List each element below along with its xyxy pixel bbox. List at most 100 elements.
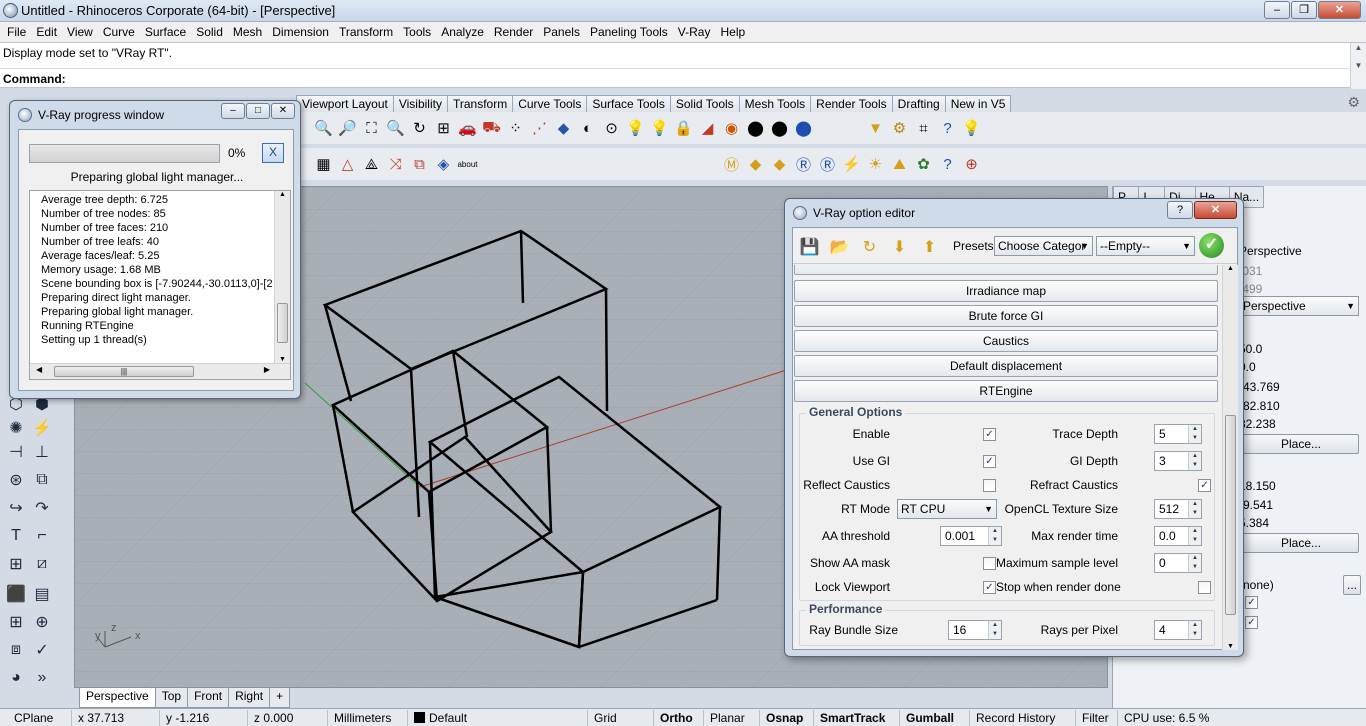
use-gi-checkbox[interactable]: ✓ — [983, 455, 996, 468]
place-target-button[interactable]: Place... — [1243, 533, 1359, 553]
import-icon[interactable]: ⬇ — [887, 234, 912, 259]
command-history-scrollbar[interactable]: ▲ ▼ — [1350, 43, 1366, 89]
vray-sun-icon[interactable]: ☀ — [864, 153, 887, 176]
menu-edit[interactable]: Edit — [31, 25, 62, 39]
tab-drafting[interactable]: Drafting — [891, 95, 946, 112]
options-vertical-scrollbar[interactable]: ▲ ▼ — [1222, 265, 1238, 650]
option-editor-help-button[interactable]: ? — [1167, 201, 1193, 219]
lock-icon[interactable]: 🔒 — [672, 117, 695, 140]
status-record-history[interactable]: Record History — [970, 710, 1076, 726]
restore-button[interactable]: ❐ — [1291, 1, 1317, 19]
max-sample-level-spinner[interactable]: 0 ▲ ▼ — [1154, 553, 1202, 573]
tab-viewport-layout[interactable]: Viewport Layout — [296, 95, 394, 112]
snapshot-icon[interactable]: ⌗ — [912, 117, 935, 140]
four-viewports-icon[interactable]: ⊞ — [432, 117, 455, 140]
wallpaper-gray-checkbox[interactable]: ✓ — [1245, 616, 1258, 629]
close-button[interactable]: ✕ — [1318, 1, 1361, 19]
wallpaper-show-checkbox[interactable]: ✓ — [1245, 596, 1258, 609]
rollout-caustics[interactable]: Caustics — [794, 330, 1218, 352]
vray-frame-buffer-icon[interactable]: ◆ — [768, 153, 791, 176]
tab-curve-tools[interactable]: Curve Tools — [512, 95, 588, 112]
select-all-icon[interactable]: ◈ — [432, 153, 455, 176]
check-icon[interactable]: ✓ — [30, 638, 54, 662]
rollout-rtengine[interactable]: RTEngine — [794, 380, 1218, 402]
apply-preset-button[interactable]: ✓ — [1199, 233, 1224, 258]
shaded-car-icon[interactable]: 🚗 — [456, 117, 479, 140]
blue-sphere-icon[interactable]: ⬤ — [792, 117, 815, 140]
target-x-value[interactable]: 18.150 — [1239, 479, 1276, 493]
vray-light-icon[interactable]: ⚡ — [840, 153, 863, 176]
text-icon[interactable]: T — [4, 524, 28, 548]
trace-depth-spinner[interactable]: 5 ▲ ▼ — [1154, 424, 1202, 444]
vray-material-icon[interactable]: Ⓜ — [720, 153, 743, 176]
array-icon[interactable]: ⊞ — [4, 552, 28, 576]
group-icon[interactable]: ⊛ — [4, 468, 28, 492]
about-icon[interactable]: about — [456, 153, 479, 176]
tab-right[interactable]: Right — [228, 688, 271, 708]
tab-visibility[interactable]: Visibility — [392, 95, 448, 112]
menu-analyze[interactable]: Analyze — [436, 25, 489, 39]
zoom-window-icon[interactable]: 🔍 — [312, 117, 335, 140]
command-input[interactable] — [68, 70, 1338, 87]
select-points-icon[interactable]: ⁘ — [504, 117, 527, 140]
zoom-dynamic-icon[interactable]: 🔎 — [336, 117, 359, 140]
viewport-title-value[interactable]: Perspective — [1239, 244, 1302, 258]
triangle-icon[interactable]: △ — [336, 153, 359, 176]
aa-threshold-spinner[interactable]: 0.001 ▲ ▼ — [940, 526, 1002, 546]
vray-fur-icon[interactable]: ✿ — [912, 153, 935, 176]
place-camera-button[interactable]: Place... — [1243, 434, 1359, 454]
more-tools-icon[interactable]: » — [30, 666, 54, 690]
log-vertical-scroll-thumb[interactable] — [277, 303, 288, 343]
light-icon[interactable]: 💡 — [648, 117, 671, 140]
tab-render-tools[interactable]: Render Tools — [810, 95, 893, 112]
fillet-icon[interactable]: ✺ — [4, 416, 28, 440]
tab-transform[interactable]: Transform — [446, 95, 514, 112]
vray-options-icon[interactable]: ◆ — [744, 153, 767, 176]
refract-caustics-checkbox[interactable]: ✓ — [1198, 479, 1211, 492]
log-vertical-scrollbar[interactable]: ▲ ▼ — [274, 191, 290, 363]
rt-mode-select[interactable]: RT CPU ▼ — [897, 499, 997, 519]
rollout-default-displacement[interactable]: Default displacement — [794, 355, 1218, 377]
minimize-button[interactable]: – — [1264, 1, 1290, 19]
status-planar[interactable]: Planar — [704, 710, 760, 726]
preset-select[interactable]: --Empty-- ▼ — [1096, 236, 1195, 256]
progress-maximize-button[interactable]: □ — [246, 103, 270, 119]
transform-icon[interactable]: ⤨ — [384, 153, 407, 176]
transform-tool-icon[interactable]: ⧈ — [4, 638, 28, 662]
open-folder-icon[interactable]: 📂 — [827, 234, 852, 259]
status-smarttrack[interactable]: SmartTrack — [814, 710, 900, 726]
log-horizontal-scrollbar[interactable]: ◀ ||| ▶ — [30, 363, 290, 379]
vray-dome-icon[interactable]: ⛰ — [888, 153, 911, 176]
tab-new-in-v5[interactable]: New in V5 — [944, 95, 1012, 112]
polygon-icon[interactable]: ⟁ — [360, 153, 383, 176]
progress-minimize-button[interactable]: – — [221, 103, 245, 119]
menu-paneling-tools[interactable]: Paneling Tools — [585, 25, 673, 39]
lock-viewport-checkbox[interactable]: ✓ — [983, 581, 996, 594]
status-ortho[interactable]: Ortho — [654, 710, 704, 726]
plus-icon[interactable]: + — [269, 688, 291, 708]
dimension-icon[interactable]: ⌐ — [30, 524, 54, 548]
menu-dimension[interactable]: Dimension — [267, 25, 334, 39]
join-icon[interactable]: ⧉ — [30, 468, 54, 492]
save-icon[interactable]: 💾 — [797, 234, 822, 259]
menu-vray[interactable]: V-Ray — [673, 25, 716, 39]
tab-surface-tools[interactable]: Surface Tools — [586, 95, 671, 112]
render-tool-icon[interactable]: ◕ — [4, 666, 28, 690]
options-scroll-thumb[interactable] — [1225, 415, 1236, 615]
menu-mesh[interactable]: Mesh — [228, 25, 267, 39]
projection-select[interactable]: Perspective ▼ — [1239, 296, 1359, 316]
toggle-icon[interactable]: ◐ — [576, 117, 599, 140]
progress-close-button[interactable]: ✕ — [271, 103, 295, 119]
camera-x-value[interactable]: -43.769 — [1239, 380, 1280, 394]
points-off-icon[interactable]: ⋰ — [528, 117, 551, 140]
gear-icon[interactable]: ⚙ — [1347, 94, 1360, 111]
analyze-icon[interactable]: ⊕ — [30, 610, 54, 634]
menu-surface[interactable]: Surface — [140, 25, 191, 39]
ray-bundle-size-spinner[interactable]: 16 ▲ ▼ — [948, 620, 1002, 640]
status-grid-snap[interactable]: Grid Snap — [588, 710, 654, 726]
explode-icon[interactable]: ⚡ — [30, 416, 54, 440]
trim-icon[interactable]: ⊥ — [30, 440, 54, 464]
camera-z-value[interactable]: 32.238 — [1239, 417, 1276, 431]
enable-checkbox[interactable]: ✓ — [983, 428, 996, 441]
rollout-brute-force-gi[interactable]: Brute force GI — [794, 305, 1218, 327]
